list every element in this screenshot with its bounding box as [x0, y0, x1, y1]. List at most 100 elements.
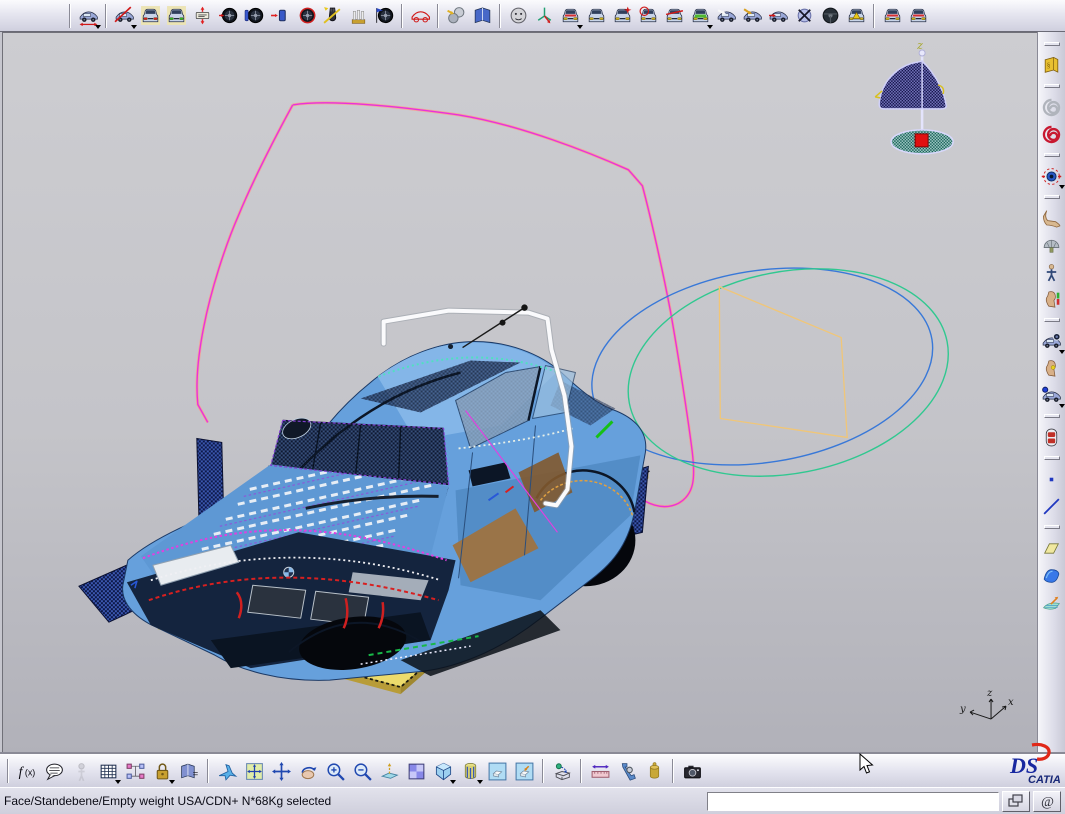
rear-view-circle-icon[interactable] [636, 4, 660, 28]
cylinder-arrow-icon[interactable] [268, 4, 292, 28]
measure-icon[interactable] [550, 759, 574, 783]
toolbar-grip[interactable] [1044, 84, 1060, 88]
vehicle-outline-red-icon[interactable] [408, 4, 432, 28]
catia-logo: DS CATIA [1004, 742, 1064, 787]
visible-space-swap-icon[interactable] [512, 759, 536, 783]
measure-inertia-icon[interactable] [642, 759, 666, 783]
plane-icon[interactable] [1040, 536, 1064, 560]
swirl-light-icon[interactable] [1040, 95, 1064, 119]
front-view-warning-icon[interactable] [844, 4, 868, 28]
svg-text:(x): (x) [24, 767, 34, 777]
design-table-icon[interactable] [96, 759, 120, 783]
vehicle-slash-dropdown-arrow[interactable] [131, 25, 137, 29]
annotations-icon[interactable] [42, 759, 66, 783]
rear-view-green-hood-dropdown-arrow[interactable] [707, 25, 713, 29]
zoom-in-icon[interactable] [323, 759, 347, 783]
steering-wheel-icon[interactable] [818, 4, 842, 28]
wheel-arrow-left-icon[interactable] [216, 4, 240, 28]
swirl-red-icon[interactable] [1040, 122, 1064, 146]
rear-view-star-icon[interactable] [610, 4, 634, 28]
wheel-flag-icon[interactable] [372, 4, 396, 28]
relations-icon[interactable] [123, 759, 147, 783]
vehicle-camera-icon[interactable] [1040, 329, 1064, 353]
formula-fx-icon[interactable]: f(x) [15, 759, 39, 783]
toolbar-separator [437, 4, 439, 28]
vehicle-arrow-white-icon[interactable] [714, 4, 738, 28]
rules-book-icon[interactable]: = [177, 759, 201, 783]
plate-vertical-arrows-icon[interactable] [190, 4, 214, 28]
toolbar-grip[interactable] [1044, 42, 1060, 46]
hide-show-icon[interactable] [485, 759, 509, 783]
surface-icon[interactable] [1040, 563, 1064, 587]
rotate-icon[interactable] [296, 759, 320, 783]
fly-mode-icon[interactable] [215, 759, 239, 783]
flask-strike-icon[interactable] [320, 4, 344, 28]
measure-between-icon[interactable] [588, 759, 612, 783]
toolbar-grip[interactable] [1044, 525, 1060, 529]
zoom-out-icon[interactable] [350, 759, 374, 783]
vision-dome-icon[interactable] [1040, 233, 1064, 257]
vehicle-blue-point-dropdown-arrow[interactable] [1059, 404, 1065, 408]
front-view-green-lights-icon[interactable] [164, 4, 188, 28]
design-table-dropdown-arrow[interactable] [115, 780, 121, 784]
rear-view-strike-icon[interactable] [662, 4, 686, 28]
toolbar-grip[interactable] [1044, 318, 1060, 322]
seat-posture-icon[interactable] [1040, 206, 1064, 230]
eye-target-icon[interactable] [1040, 164, 1064, 188]
head-vision-bars-icon[interactable] [1040, 287, 1064, 311]
isometric-view-dropdown-arrow[interactable] [450, 780, 456, 784]
pan-icon[interactable] [269, 759, 293, 783]
bottle-rack-icon[interactable] [346, 4, 370, 28]
axis-target-icon[interactable] [532, 4, 556, 28]
wheel-blue-panel-icon[interactable] [242, 4, 266, 28]
vehicle-wheelbase-dropdown-arrow[interactable] [95, 25, 101, 29]
catalog-browser-icon[interactable]: § [1040, 53, 1064, 77]
measure-item-icon[interactable] [615, 759, 639, 783]
toolbar-grip[interactable] [1044, 195, 1060, 199]
dialog-toggle-button[interactable] [1002, 791, 1030, 812]
wheel-red-rim-icon[interactable] [294, 4, 318, 28]
rear-view-plain-icon[interactable] [584, 4, 608, 28]
line-icon[interactable] [1040, 494, 1064, 518]
manikin-icon[interactable] [1040, 260, 1064, 284]
toolbar-grip[interactable] [1044, 153, 1060, 157]
lock-icon[interactable] [150, 759, 174, 783]
rear-view-red-cap-dropdown-arrow[interactable] [577, 25, 583, 29]
normal-view-icon[interactable] [377, 759, 401, 783]
snapshot-camera-icon[interactable] [680, 759, 704, 783]
rear-view-green-hood-icon[interactable] [688, 4, 712, 28]
head-acoustics-icon[interactable] [1040, 356, 1064, 380]
vehicle-top-view-icon[interactable] [1040, 425, 1064, 449]
viewport-3d[interactable]: z z x y [2, 32, 1037, 754]
spheres-arrow-icon[interactable] [444, 4, 468, 28]
rear-view-c-icon[interactable] [880, 4, 904, 28]
rear-view-d-icon[interactable] [906, 4, 930, 28]
fit-all-in-icon[interactable] [242, 759, 266, 783]
vehicle-camera-dropdown-arrow[interactable] [1059, 350, 1065, 354]
power-input-button[interactable]: @ [1033, 791, 1061, 812]
vehicle-slash-icon[interactable] [112, 4, 136, 28]
compass[interactable]: z [875, 39, 953, 154]
status-bar: Face/Standebene/Empty weight USA/CDN+ N*… [0, 787, 1065, 814]
front-view-red-lights-icon[interactable] [138, 4, 162, 28]
rear-view-red-cap-icon[interactable] [558, 4, 582, 28]
vehicle-blue-point-icon[interactable] [1040, 383, 1064, 407]
toolbar-grip[interactable] [1044, 414, 1060, 418]
vehicle-tow-arrow-icon[interactable] [766, 4, 790, 28]
blue-catalog-icon[interactable] [470, 4, 494, 28]
projection-icon[interactable] [1040, 590, 1064, 614]
sphere-cross-icon[interactable] [792, 4, 816, 28]
lock-dropdown-arrow[interactable] [169, 780, 175, 784]
multi-view-icon[interactable] [404, 759, 428, 783]
toolbar-grip[interactable] [1044, 456, 1060, 460]
render-style-icon[interactable] [458, 759, 482, 783]
isometric-view-icon[interactable] [431, 759, 455, 783]
command-input[interactable] [707, 792, 999, 811]
sphere-face-icon[interactable] [506, 4, 530, 28]
point-icon[interactable] [1040, 467, 1064, 491]
render-style-dropdown-arrow[interactable] [477, 780, 483, 784]
quad-curve-orange[interactable] [719, 287, 847, 438]
vehicle-arrow-gold-icon[interactable] [740, 4, 764, 28]
vehicle-wheelbase-icon[interactable] [76, 4, 100, 28]
eye-target-dropdown-arrow[interactable] [1059, 185, 1065, 189]
